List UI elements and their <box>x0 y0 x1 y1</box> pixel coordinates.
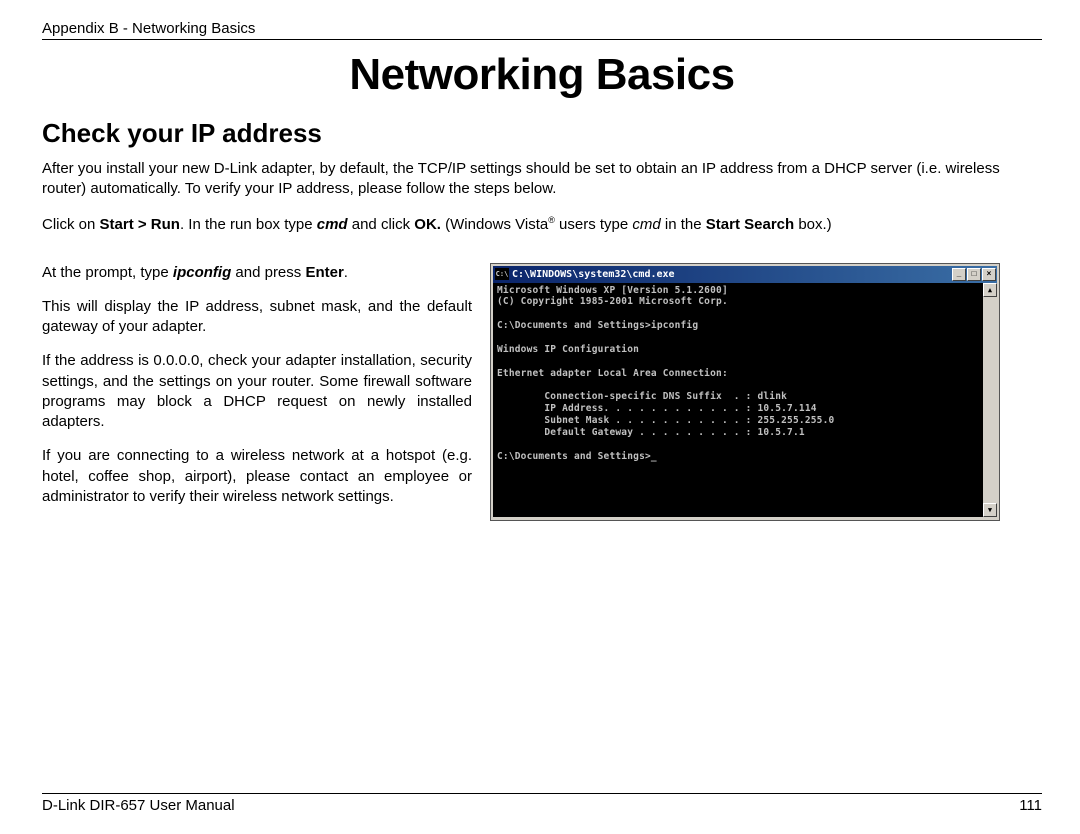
zero-address-paragraph: If the address is 0.0.0.0, check your ad… <box>42 351 472 432</box>
text: . <box>344 264 348 281</box>
cmd-scrollbar[interactable]: ▲ ▼ <box>983 283 997 517</box>
footer: D-Link DIR-657 User Manual 111 <box>42 793 1042 814</box>
cmd-bold-italic: cmd <box>317 216 348 233</box>
footer-page-number: 111 <box>1019 797 1042 814</box>
display-paragraph: This will display the IP address, subnet… <box>42 297 472 338</box>
ipconfig-bold-italic: ipconfig <box>173 264 231 281</box>
cmd-icon: C:\ <box>495 268 509 280</box>
intro-block: After you install your new D-Link adapte… <box>42 159 1042 249</box>
ipconfig-instruction: At the prompt, type ipconfig and press E… <box>42 263 472 283</box>
left-column: At the prompt, type ipconfig and press E… <box>42 263 472 522</box>
text: and click <box>348 216 415 233</box>
text: . In the run box type <box>180 216 317 233</box>
text: box.) <box>794 216 832 233</box>
text: in the <box>661 216 706 233</box>
scroll-track[interactable] <box>983 297 997 503</box>
text: Click on <box>42 216 100 233</box>
enter-bold: Enter <box>305 264 343 281</box>
cmd-output: Microsoft Windows XP [Version 5.1.2600] … <box>493 283 983 517</box>
hotspot-paragraph: If you are connecting to a wireless netw… <box>42 446 472 507</box>
cmd-titlebar: C:\ C:\WINDOWS\system32\cmd.exe _ □ × <box>493 266 997 283</box>
ok-bold: OK. <box>414 216 441 233</box>
start-search-bold: Start Search <box>706 216 794 233</box>
start-run-bold: Start > Run <box>100 216 180 233</box>
cmd-body-wrap: Microsoft Windows XP [Version 5.1.2600] … <box>493 283 997 517</box>
text: and press <box>231 264 305 281</box>
cmd-window: C:\ C:\WINDOWS\system32\cmd.exe _ □ × Mi… <box>490 263 1000 522</box>
window-buttons: _ □ × <box>952 268 996 281</box>
header-appendix: Appendix B - Networking Basics <box>42 20 1042 40</box>
maximize-button[interactable]: □ <box>967 268 981 281</box>
section-title: Check your IP address <box>42 118 1042 149</box>
intro-paragraph-1: After you install your new D-Link adapte… <box>42 159 1042 200</box>
minimize-button[interactable]: _ <box>952 268 966 281</box>
cmd-italic: cmd <box>632 216 660 233</box>
close-button[interactable]: × <box>982 268 996 281</box>
registered-mark: ® <box>548 215 555 225</box>
text: users type <box>555 216 633 233</box>
scroll-down-button[interactable]: ▼ <box>983 503 997 517</box>
scroll-up-button[interactable]: ▲ <box>983 283 997 297</box>
two-column-layout: At the prompt, type ipconfig and press E… <box>42 263 1042 522</box>
cmd-window-title: C:\WINDOWS\system32\cmd.exe <box>512 269 952 280</box>
text: (Windows Vista <box>441 216 548 233</box>
footer-manual-name: D-Link DIR-657 User Manual <box>42 797 235 814</box>
page-title: Networking Basics <box>42 50 1042 100</box>
text: At the prompt, type <box>42 264 173 281</box>
intro-run-instruction: Click on Start > Run. In the run box typ… <box>42 214 1042 235</box>
